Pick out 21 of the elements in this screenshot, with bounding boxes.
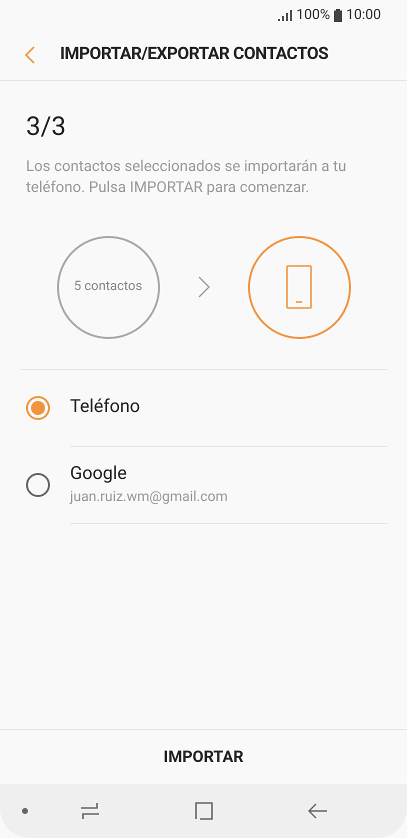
battery-icon xyxy=(334,8,342,22)
step-counter: 3/3 xyxy=(25,111,67,144)
option-label: Google xyxy=(70,463,128,486)
back-icon xyxy=(25,46,35,64)
phone-icon xyxy=(286,265,312,309)
chevron-right-icon xyxy=(198,276,210,298)
account-option[interactable]: Google juan.ruiz.wm@gmail.com xyxy=(0,446,407,524)
clock: 10:00 xyxy=(346,6,381,24)
battery-level: 100% xyxy=(296,6,330,24)
screen-title: IMPORTAR/EXPORTAR CONTACTOS xyxy=(60,43,328,66)
option-email: juan.ruiz.wm@gmail.com xyxy=(70,488,229,506)
radio-button[interactable] xyxy=(26,396,50,420)
home-icon[interactable] xyxy=(195,802,213,820)
dot-icon[interactable] xyxy=(22,808,28,814)
description-text: Los contactos seleccionados se importarán a tu teléfono. Pulsa IMPORTAR para comenzar. xyxy=(25,156,348,198)
back-arrow-icon[interactable] xyxy=(308,803,328,819)
radio-button[interactable] xyxy=(26,473,50,497)
signal-icon xyxy=(278,10,292,20)
account-option[interactable]: Teléfono xyxy=(0,370,407,446)
option-label: Teléfono xyxy=(70,396,142,419)
recent-apps-icon[interactable] xyxy=(80,802,100,820)
